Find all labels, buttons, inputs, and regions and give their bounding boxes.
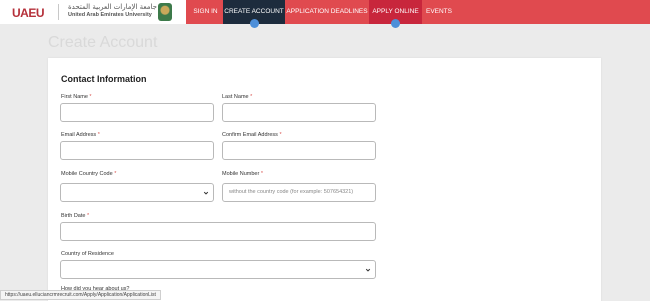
university-logo[interactable]: UAEU جامعة الإمارات العربية المتحدة Unit… [0, 0, 186, 24]
nav-application-deadlines[interactable]: APPLICATION DEADLINES [286, 0, 368, 24]
emblem-icon [158, 3, 172, 21]
apply-indicator-dot [391, 19, 400, 28]
mobile-country-code-select[interactable] [60, 183, 214, 202]
uaeu-logo-text: UAEU [12, 6, 45, 20]
confirm-email-input[interactable] [222, 141, 376, 160]
nav-application-deadlines-label: APPLICATION DEADLINES [286, 8, 368, 15]
chevron-down-icon [365, 268, 371, 272]
birth-date-label: Birth Date * [61, 213, 90, 219]
nav-events-label: EVENTS [425, 8, 452, 15]
email-label: Email Address * [61, 132, 100, 138]
last-name-label: Last Name * [222, 94, 253, 100]
email-input[interactable] [60, 141, 214, 160]
country-of-residence-label: Country of Residence [61, 251, 114, 257]
active-indicator-dot [249, 19, 259, 28]
nav-create-account[interactable]: CREATE ACCOUNT [223, 0, 285, 28]
mobile-country-code-label: Mobile Country Code * [61, 171, 117, 177]
nav-events[interactable]: EVENTS [424, 0, 454, 24]
browser-status-bar-url: https://uaeu.elluciancrmrecruit.com/Appl… [0, 290, 161, 300]
mobile-number-label: Mobile Number * [222, 171, 263, 177]
country-of-residence-select[interactable] [60, 260, 376, 279]
university-name-english: United Arab Emirates University [68, 12, 152, 18]
page-title: Create Account [48, 34, 158, 51]
confirm-email-label: Confirm Email Address * [222, 132, 282, 138]
first-name-label: First Name * [61, 94, 92, 100]
nav-apply-online[interactable]: APPLY ONLINE [369, 0, 422, 28]
last-name-input[interactable] [222, 103, 376, 122]
nav-create-account-label: CREATE ACCOUNT [224, 8, 284, 15]
first-name-input[interactable] [60, 103, 214, 122]
birth-date-input[interactable] [60, 222, 376, 241]
nav-sign-in[interactable]: SIGN IN [189, 0, 222, 24]
logo-divider [58, 4, 59, 20]
mobile-number-input[interactable]: without the country code (for example: 5… [222, 183, 376, 202]
chevron-down-icon [203, 191, 209, 195]
nav-apply-online-label: APPLY ONLINE [372, 8, 419, 15]
section-title: Contact Information [61, 74, 147, 84]
university-name-arabic: جامعة الإمارات العربية المتحدة [68, 3, 157, 11]
nav-sign-in-label: SIGN IN [193, 8, 218, 15]
